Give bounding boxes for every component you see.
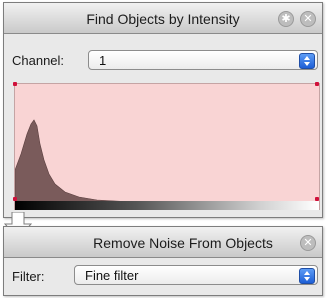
panel-title: Find Objects by Intensity <box>86 11 240 27</box>
threshold-marker-top-right[interactable] <box>315 82 319 86</box>
remove-noise-panel: Remove Noise From Objects ✕ Filter: Fine… <box>3 226 323 296</box>
channel-select[interactable]: 1 <box>88 50 318 70</box>
close-icon[interactable]: ✕ <box>300 11 316 27</box>
threshold-marker-bottom-left[interactable] <box>13 197 17 201</box>
threshold-marker-top-left[interactable] <box>13 82 17 86</box>
filter-select[interactable]: Fine filter <box>74 265 318 285</box>
gear-icon[interactable]: ✱ <box>278 11 294 27</box>
filter-label: Filter: <box>12 269 45 284</box>
panel-title: Remove Noise From Objects <box>93 235 273 251</box>
histogram-graph <box>15 119 319 202</box>
close-icon[interactable]: ✕ <box>300 235 316 251</box>
chevron-updown-icon <box>299 53 315 69</box>
channel-select-value: 1 <box>99 53 107 68</box>
threshold-marker-bottom-right[interactable] <box>315 197 319 201</box>
panel-titlebar[interactable]: Remove Noise From Objects ✕ <box>4 227 322 258</box>
channel-label: Channel: <box>12 53 65 68</box>
panel-titlebar[interactable]: Find Objects by Intensity ✱ ✕ <box>4 3 322 34</box>
histogram-area <box>15 119 319 202</box>
chevron-updown-icon <box>299 268 315 284</box>
filter-select-value: Fine filter <box>85 268 139 283</box>
intensity-histogram[interactable] <box>14 83 320 203</box>
intensity-gradient-bar <box>14 201 320 210</box>
